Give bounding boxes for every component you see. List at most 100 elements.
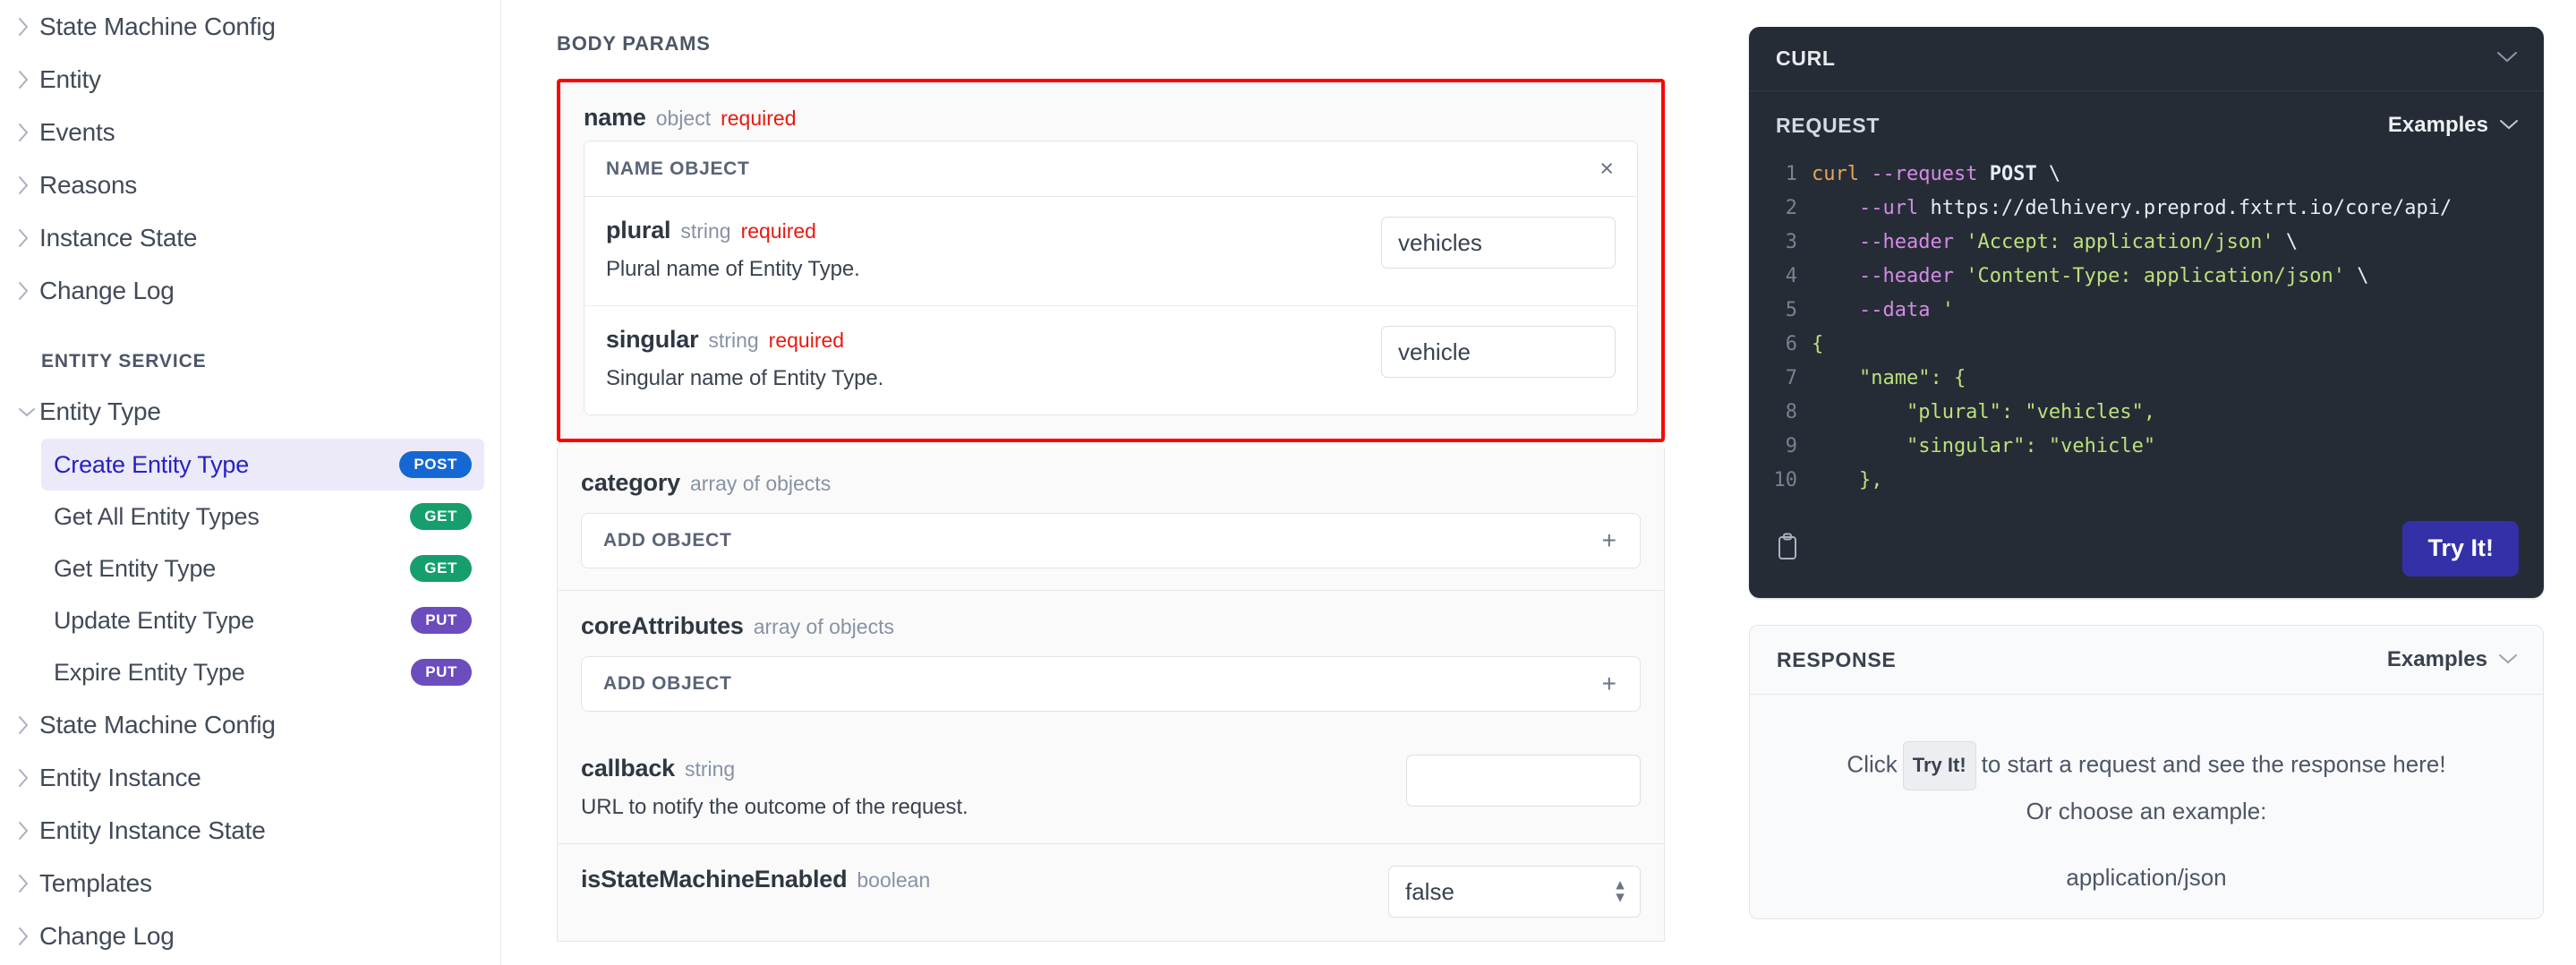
- name-param-card: nameobjectrequired NAME OBJECT × plurals…: [560, 82, 1661, 439]
- endpoint-label: Create Entity Type: [54, 451, 249, 479]
- response-example-option[interactable]: application/json: [1777, 864, 2516, 892]
- isstatemachineenabled-select[interactable]: false: [1388, 866, 1641, 918]
- code-text: "name": {: [1812, 362, 1966, 396]
- name-object-title: NAME OBJECT: [606, 158, 750, 180]
- sidebar-item-label: Entity Instance State: [39, 816, 266, 845]
- sidebar-section-title: ENTITY SERVICE: [0, 317, 500, 385]
- boolean-select-wrap: false ▲▼: [1388, 866, 1641, 918]
- add-object-label: ADD OBJECT: [603, 673, 732, 695]
- code-text: "plural": "vehicles",: [1812, 396, 2155, 430]
- page-title: BODY PARAMS: [557, 32, 1663, 56]
- code-line: 1curl --request POST \: [1749, 158, 2544, 192]
- code-line: 9 "singular": "vehicle": [1749, 430, 2544, 464]
- code-text: --url https://delhivery.preprod.fxtrt.io…: [1812, 192, 2452, 226]
- response-message: ClickTry It!to start a request and see t…: [1777, 741, 2516, 790]
- field-type: string: [708, 329, 758, 352]
- sidebar-item-events[interactable]: Events: [0, 106, 500, 158]
- code-line: 10 },: [1749, 464, 2544, 498]
- examples-dropdown-response[interactable]: Examples: [2387, 647, 2518, 672]
- coreattributes-param-header: coreAttributesarray of objects: [558, 591, 1664, 656]
- language-label: CURL: [1776, 47, 1836, 71]
- method-badge: GET: [410, 555, 472, 582]
- method-badge: PUT: [411, 659, 472, 686]
- line-number: 9: [1749, 430, 1812, 464]
- sidebar-endpoint-update-entity-type[interactable]: Update Entity TypePUT: [41, 594, 484, 646]
- plural-input[interactable]: [1381, 217, 1616, 269]
- callback-param-row: callback string URL to notify the outcome…: [558, 733, 1664, 844]
- chevron-down-icon[interactable]: [2495, 50, 2519, 68]
- sidebar-item-label: Events: [39, 118, 115, 147]
- sidebar-item-change-log[interactable]: Change Log: [0, 264, 500, 317]
- endpoint-label: Expire Entity Type: [54, 659, 245, 687]
- param-name: callback: [581, 755, 675, 781]
- stepper-icon[interactable]: ▲ ▼: [1613, 879, 1627, 903]
- sidebar-endpoint-create-entity-type[interactable]: Create Entity TypePOST: [41, 439, 484, 491]
- callback-input[interactable]: [1406, 755, 1641, 807]
- code-line: 8 "plural": "vehicles",: [1749, 396, 2544, 430]
- line-number: 10: [1749, 464, 1812, 498]
- sidebar-item-entity-instance[interactable]: Entity Instance: [0, 751, 500, 804]
- code-text: "singular": "vehicle": [1812, 430, 2155, 464]
- line-number: 6: [1749, 328, 1812, 362]
- sidebar-group-label: Entity Type: [39, 397, 161, 426]
- chevron-right-icon: [16, 174, 39, 197]
- response-message-before: Click: [1847, 750, 1897, 777]
- response-card: RESPONSE Examples ClickTry It!to start a…: [1749, 625, 2544, 919]
- sidebar-item-change-log[interactable]: Change Log: [0, 909, 500, 962]
- try-it-button[interactable]: Try It!: [2402, 521, 2519, 576]
- close-icon[interactable]: ×: [1596, 157, 1617, 181]
- examples-dropdown-request[interactable]: Examples: [2388, 113, 2519, 138]
- field-row-singular: singularstringrequired Singular name of …: [584, 306, 1637, 414]
- clipboard-icon[interactable]: [1776, 533, 1799, 566]
- param-type: string: [685, 757, 735, 781]
- code-line: 6{: [1749, 328, 2544, 362]
- sidebar-group-entity-type: Entity Type: [0, 385, 500, 439]
- inline-try-it-badge[interactable]: Try It!: [1903, 741, 1976, 790]
- sidebar-top-nav: State Machine Config Entity Events Reasons I…: [0, 0, 500, 317]
- chevron-down-icon: [2498, 651, 2518, 669]
- curl-footer: Try It!: [1749, 505, 2544, 598]
- sidebar-endpoint-get-entity-type[interactable]: Get Entity Type GET: [41, 542, 484, 594]
- isstatemachineenabled-param-row: isStateMachineEnabledboolean false ▲▼: [558, 844, 1664, 941]
- line-number: 5: [1749, 294, 1812, 328]
- sidebar-endpoint-expire-entity-type[interactable]: Expire Entity Type PUT: [41, 646, 484, 698]
- sidebar-item-label: Change Log: [39, 277, 175, 305]
- sidebar-item-reasons[interactable]: Reasons: [0, 158, 500, 211]
- code-text: --data ': [1812, 294, 1954, 328]
- sidebar-endpoint-list: Create Entity TypePOSTGet All Entity Typ…: [0, 439, 500, 698]
- field-name: singular: [606, 326, 698, 353]
- field-name: plural: [606, 217, 670, 243]
- array-params-card: categoryarray of objects ADD OBJECT + co…: [557, 448, 1665, 942]
- endpoint-label: Update Entity Type: [54, 607, 254, 635]
- body-params-panel: BODY PARAMS nameobjectrequired NAME OBJE…: [501, 0, 1717, 965]
- code-text: curl --request POST \: [1812, 158, 2060, 192]
- param-description: URL to notify the outcome of the request…: [581, 795, 1379, 820]
- chevron-right-icon: [16, 15, 39, 38]
- code-line: 2 --url https://delhivery.preprod.fxtrt.…: [1749, 192, 2544, 226]
- examples-label: Examples: [2388, 113, 2488, 138]
- sidebar-item-label: Templates: [39, 869, 152, 898]
- sidebar-item-label: Entity: [39, 65, 101, 94]
- singular-input[interactable]: [1381, 326, 1616, 378]
- code-line: 5 --data ': [1749, 294, 2544, 328]
- sidebar-item-entity[interactable]: Entity: [0, 53, 500, 106]
- sidebar-item-entity-instance-state[interactable]: Entity Instance State: [0, 804, 500, 857]
- code-line: 7 "name": {: [1749, 362, 2544, 396]
- curl-code-block[interactable]: 1curl --request POST \2 --url https://de…: [1749, 154, 2544, 505]
- sidebar-item-state-machine-config[interactable]: State Machine Config: [0, 698, 500, 751]
- sidebar-item-instance-state[interactable]: Instance State: [0, 211, 500, 264]
- chevron-right-icon: [16, 925, 39, 948]
- field-required: required: [769, 329, 844, 352]
- sidebar-item-state-machine-config[interactable]: State Machine Config: [0, 0, 500, 53]
- sidebar-endpoint-get-all-entity-types[interactable]: Get All Entity TypesGET: [41, 491, 484, 542]
- add-object-button-category[interactable]: ADD OBJECT +: [581, 513, 1641, 568]
- sidebar-group-header[interactable]: Entity Type: [0, 385, 500, 439]
- endpoint-label: Get Entity Type: [54, 555, 216, 583]
- curl-header[interactable]: CURL: [1749, 27, 2544, 91]
- response-header: RESPONSE Examples: [1750, 626, 2543, 695]
- add-object-button-coreattributes[interactable]: ADD OBJECT +: [581, 656, 1641, 712]
- sidebar-item-label: Reasons: [39, 171, 137, 200]
- param-name: name: [584, 104, 646, 131]
- endpoint-label: Get All Entity Types: [54, 503, 260, 531]
- sidebar-item-templates[interactable]: Templates: [0, 857, 500, 909]
